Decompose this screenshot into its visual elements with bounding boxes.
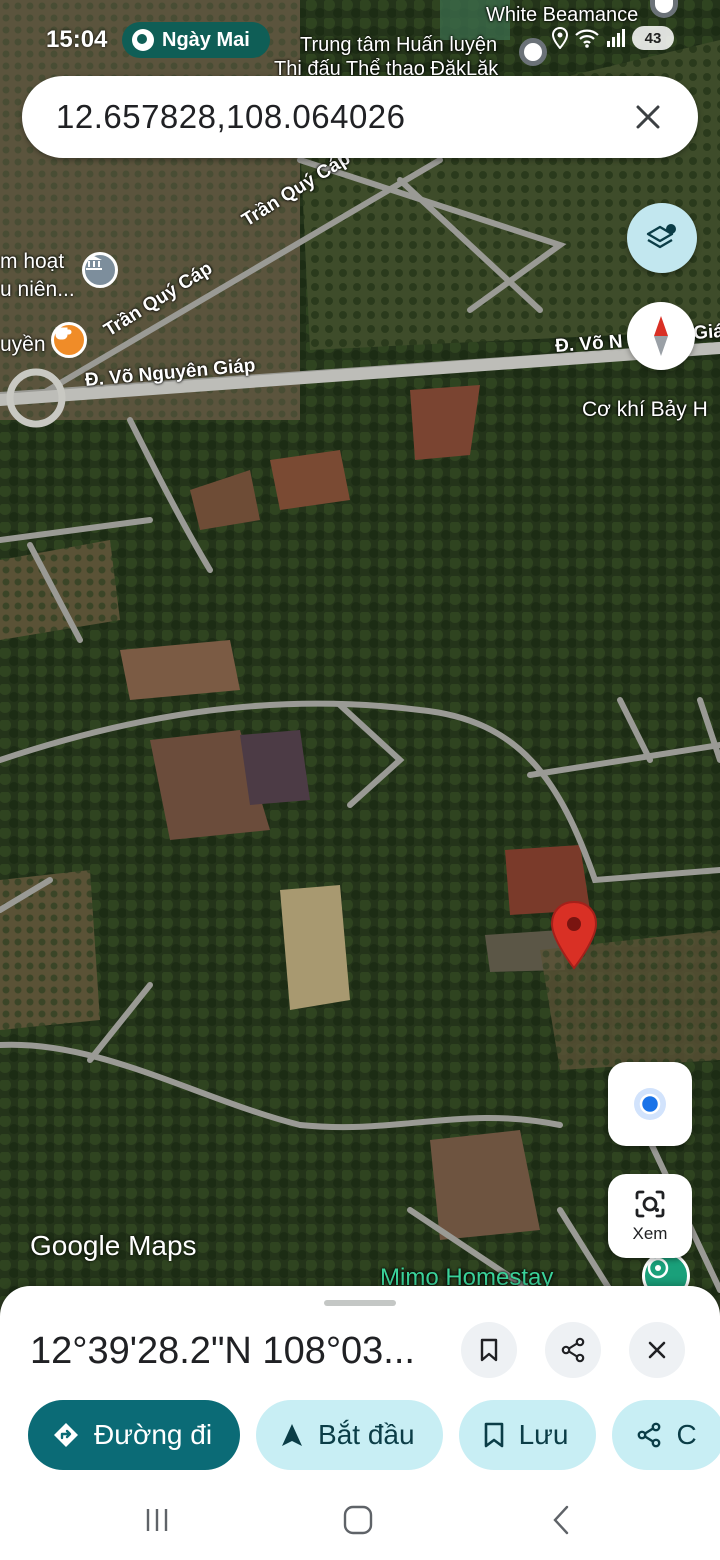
battery-icon: 43 <box>632 26 674 50</box>
share-icon <box>638 1422 661 1448</box>
search-input[interactable]: 12.657828,108.064026 <box>56 98 628 136</box>
google-maps-logo: Google Maps <box>30 1230 197 1261</box>
bookmark-icon <box>480 1338 498 1362</box>
bookmark-icon <box>484 1422 503 1448</box>
layers-icon <box>646 224 676 249</box>
recent-apps-button[interactable] <box>137 1500 177 1540</box>
wifi-icon <box>575 29 599 48</box>
cafe-icon[interactable] <box>51 322 87 358</box>
directions-label: Đường đi <box>94 1419 213 1450</box>
share-label: C <box>676 1419 697 1450</box>
directions-button[interactable]: Đường đi <box>28 1400 241 1470</box>
status-icons: 43 <box>552 26 674 50</box>
place-title: 12°39'28.2"N 108°03... <box>30 1330 415 1372</box>
weather-pill[interactable]: Ngày Mai <box>122 22 270 58</box>
save-label: Lưu <box>518 1419 569 1450</box>
camera-lens-icon <box>635 1190 665 1218</box>
start-label: Bắt đầu <box>318 1419 415 1450</box>
weather-label: Ngày Mai <box>162 28 250 51</box>
share-icon <box>561 1337 585 1363</box>
back-icon <box>553 1505 569 1535</box>
poi-pin-icon[interactable] <box>519 38 547 66</box>
home-icon <box>343 1505 373 1535</box>
navigation-arrow-icon <box>282 1424 303 1446</box>
home-button[interactable] <box>338 1500 378 1540</box>
save-button[interactable]: Lưu <box>458 1400 597 1470</box>
action-chips: Đường đi Bắt đầu Lưu C <box>28 1400 720 1470</box>
place-label-white-beamance[interactable]: White Beamance <box>486 4 638 27</box>
compass-button[interactable] <box>627 302 695 370</box>
directions-icon <box>54 1423 78 1447</box>
my-location-icon <box>634 1088 666 1120</box>
road-label-vo-nguyen-giap: Giá <box>692 320 720 345</box>
share-icon-button[interactable] <box>545 1322 601 1378</box>
place-label-co-khi[interactable]: Cơ khí Bảy H <box>582 398 708 422</box>
lens-label: Xem <box>632 1224 668 1243</box>
place-label-activity-line2[interactable]: u niên... <box>0 278 75 302</box>
layers-button[interactable] <box>627 203 697 273</box>
clear-search-button[interactable] <box>628 97 668 137</box>
search-bar[interactable]: 12.657828,108.064026 <box>22 76 698 158</box>
status-time: 15:04 <box>46 26 108 53</box>
place-label-activity[interactable]: m hoạt <box>0 250 64 274</box>
place-label-uyen[interactable]: uyền <box>0 333 46 357</box>
my-location-button[interactable] <box>608 1062 692 1146</box>
battery-level: 43 <box>644 29 662 47</box>
close-icon <box>636 105 660 129</box>
save-icon-button[interactable] <box>461 1322 517 1378</box>
close-icon <box>648 1341 666 1359</box>
place-label-training-center[interactable]: Trung tâm Huấn luyện <box>300 34 497 57</box>
globe-icon <box>132 29 154 51</box>
signal-icon <box>607 29 625 47</box>
start-button[interactable]: Bắt đầu <box>256 1400 443 1470</box>
location-status-icon <box>552 27 568 49</box>
museum-icon[interactable] <box>82 252 118 288</box>
lens-button[interactable]: Xem <box>608 1174 692 1258</box>
close-sheet-button[interactable] <box>629 1322 685 1378</box>
road-label-vo-nguyen-giap: Đ. Võ N <box>554 331 624 358</box>
back-button[interactable] <box>541 1500 581 1540</box>
compass-icon <box>654 316 668 356</box>
recent-apps-icon <box>146 1509 168 1531</box>
share-button[interactable]: C <box>612 1400 720 1470</box>
system-nav-bar <box>0 1480 720 1560</box>
drag-handle[interactable] <box>324 1300 396 1306</box>
